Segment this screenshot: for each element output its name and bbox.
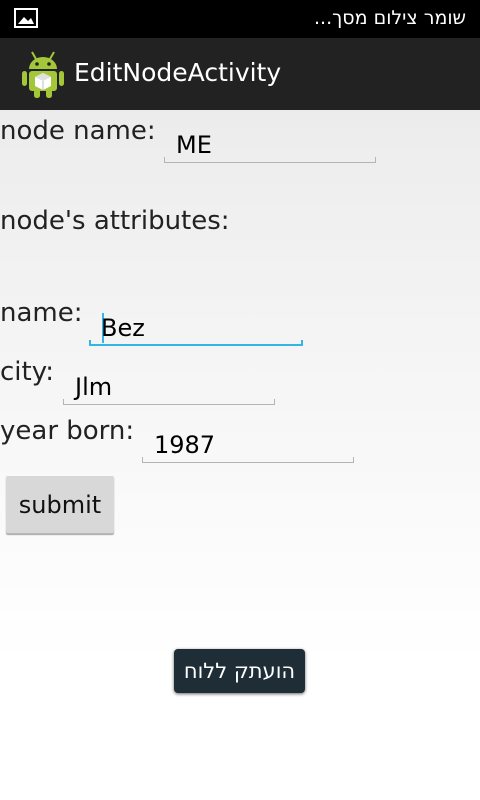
app-title: EditNodeActivity xyxy=(74,58,282,87)
year-born-value: 1987 xyxy=(154,431,216,459)
name-label: name: xyxy=(0,298,83,328)
name-value: Bez xyxy=(101,314,145,342)
status-bar: שומר צילום מסך... xyxy=(0,0,480,38)
name-field[interactable]: Bez xyxy=(89,306,303,346)
name-field-underline xyxy=(89,340,303,346)
year-born-field[interactable]: 1987 xyxy=(142,423,354,463)
year-born-field-underline xyxy=(142,457,354,463)
android-robot-icon xyxy=(22,51,64,98)
edit-node-form: node name: ME node's attributes: name: B… xyxy=(0,110,480,800)
gallery-image-icon xyxy=(14,8,38,28)
node-name-value: ME xyxy=(176,131,212,159)
node-name-field-underline xyxy=(164,157,376,163)
city-label: city: xyxy=(0,357,54,387)
action-bar: EditNodeActivity xyxy=(0,38,480,110)
city-field[interactable]: Jlm xyxy=(63,365,275,405)
year-born-label: year born: xyxy=(0,416,135,446)
submit-button[interactable]: submit xyxy=(6,476,114,534)
attributes-heading: node's attributes: xyxy=(0,206,230,236)
toast-message: הועתק ללוח xyxy=(174,649,305,693)
node-name-label: node name: xyxy=(0,116,156,146)
city-field-underline xyxy=(63,399,275,405)
city-value: Jlm xyxy=(75,373,113,401)
status-notification-text: שומר צילום מסך... xyxy=(313,7,466,29)
node-name-field[interactable]: ME xyxy=(164,123,376,163)
